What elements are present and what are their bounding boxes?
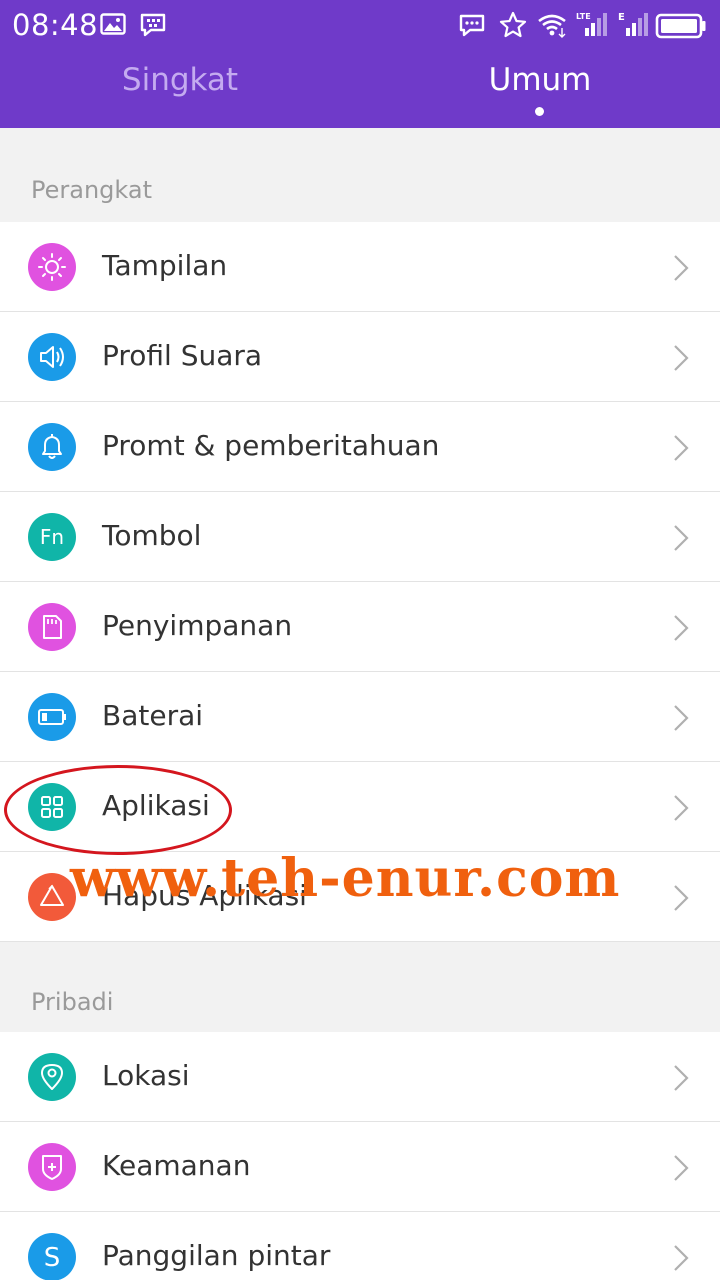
signal-lte-icon: LTE (576, 10, 608, 42)
settings-item-keamanan[interactable]: Keamanan (0, 1122, 720, 1212)
brightness-icon (28, 243, 76, 291)
svg-text:E: E (618, 12, 625, 23)
settings-item-tampilan[interactable]: Tampilan (0, 222, 720, 312)
chevron-right-icon (671, 523, 691, 557)
wifi-icon (537, 12, 569, 42)
chevron-right-icon (671, 703, 691, 737)
chevron-right-icon (671, 793, 691, 827)
chevron-right-icon (671, 433, 691, 467)
settings-item-tombol[interactable]: Fn Tombol (0, 492, 720, 582)
section-header-perangkat: Perangkat (0, 130, 720, 222)
chevron-right-icon (671, 613, 691, 647)
chevron-right-icon (671, 1243, 691, 1277)
watermark: www.teh-enur.com (70, 848, 621, 909)
star-icon (499, 11, 527, 43)
chevron-right-icon (671, 253, 691, 287)
location-pin-icon (28, 1053, 76, 1101)
tab-singkat[interactable]: Singkat (0, 62, 360, 98)
svg-text:LTE: LTE (576, 12, 591, 21)
item-label: Profil Suara (102, 339, 263, 372)
tab-umum[interactable]: Umum (360, 62, 720, 98)
speaker-icon (28, 333, 76, 381)
item-label: Panggilan pintar (102, 1239, 331, 1272)
svg-text:S: S (44, 1243, 61, 1273)
settings-item-panggilan-pintar[interactable]: S Panggilan pintar (0, 1212, 720, 1280)
top-bar: 08:48 LTE E Singkat Umum (0, 0, 720, 128)
chevron-right-icon (671, 1063, 691, 1097)
settings-item-lokasi[interactable]: Lokasi (0, 1032, 720, 1122)
chevron-right-icon (671, 1153, 691, 1187)
svg-text:Fn: Fn (40, 525, 64, 549)
settings-item-profil-suara[interactable]: Profil Suara (0, 312, 720, 402)
highlight-ellipse (4, 765, 232, 855)
item-label: Tampilan (102, 249, 228, 282)
battery-status-icon (655, 13, 707, 43)
recycle-icon (28, 873, 76, 921)
settings-item-baterai[interactable]: Baterai (0, 672, 720, 762)
tab-bar: Singkat Umum (0, 52, 720, 128)
bbm-icon (139, 12, 167, 42)
item-label: Baterai (102, 699, 204, 732)
item-label: Tombol (102, 519, 202, 552)
fn-icon: Fn (28, 513, 76, 561)
item-label: Keamanan (102, 1149, 251, 1182)
message-icon (459, 13, 485, 42)
section-header-pribadi: Pribadi (0, 942, 720, 1034)
chevron-right-icon (671, 883, 691, 917)
settings-item-promt-pemberitahuan[interactable]: Promt & pemberitahuan (0, 402, 720, 492)
image-icon (100, 13, 126, 39)
status-time: 08:48 (12, 8, 99, 42)
sd-card-icon (28, 603, 76, 651)
bell-icon (28, 423, 76, 471)
item-label: Penyimpanan (102, 609, 293, 642)
item-label: Promt & pemberitahuan (102, 429, 440, 462)
status-bar: 08:48 LTE E (0, 0, 720, 52)
signal-e-icon: E (617, 10, 649, 42)
battery-icon (28, 693, 76, 741)
smart-call-icon: S (28, 1233, 76, 1280)
active-tab-indicator (535, 107, 544, 116)
item-label: Lokasi (102, 1059, 190, 1092)
settings-item-penyimpanan[interactable]: Penyimpanan (0, 582, 720, 672)
section-title: Pribadi (31, 988, 114, 1016)
section-title: Perangkat (31, 176, 152, 204)
chevron-right-icon (671, 343, 691, 377)
shield-icon (28, 1143, 76, 1191)
